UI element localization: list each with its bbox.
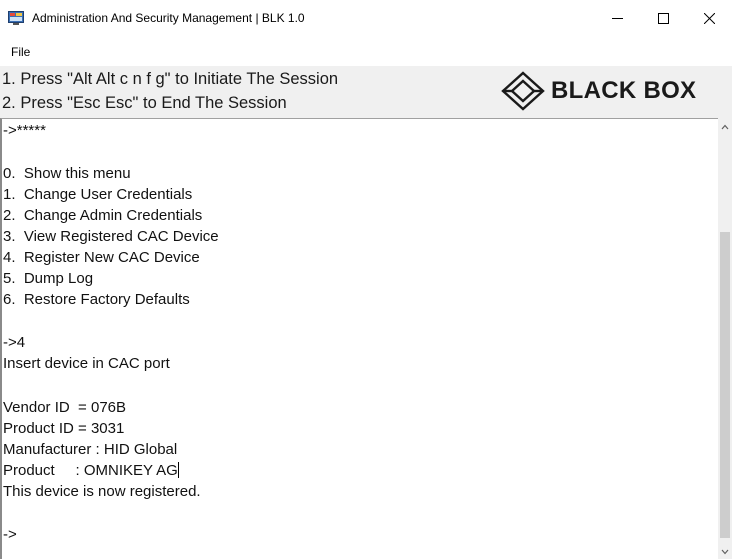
black-box-logo: BLACK BOX — [501, 68, 696, 114]
console-line: Manufacturer : HID Global — [3, 441, 178, 458]
instruction-end: 2. Press "Esc Esc" to End The Session — [2, 94, 287, 112]
console-line: 5. Dump Log — [3, 270, 94, 287]
title-bar[interactable]: Administration And Security Management |… — [0, 0, 732, 38]
close-icon — [703, 12, 715, 24]
console-line: ->4 — [3, 334, 26, 351]
instruction-header: 1. Press "Alt Alt c n f g" to Initiate T… — [0, 66, 732, 118]
scroll-thumb[interactable] — [720, 232, 730, 538]
minimize-icon — [611, 17, 623, 19]
console-output[interactable]: ->***** 0. Show this menu 1. Change User… — [0, 118, 718, 559]
console-line: Insert device in CAC port — [3, 355, 170, 372]
console-line: ->***** — [3, 122, 46, 139]
scroll-up-button[interactable] — [718, 120, 732, 134]
black-box-diamond-logo-icon — [501, 71, 545, 111]
console-line: 3. View Registered CAC Device — [3, 228, 219, 245]
menu-file[interactable]: File — [9, 45, 32, 59]
maximize-button[interactable] — [640, 0, 686, 36]
console-line: Vendor ID = 076B — [3, 399, 127, 416]
console-line-text: Product : OMNIKEY AG — [3, 462, 178, 479]
console-line: 2. Change Admin Credentials — [3, 207, 203, 224]
console-line: Product : OMNIKEY AG — [3, 461, 179, 481]
text-caret — [177, 462, 179, 478]
instruction-initiate: 1. Press "Alt Alt c n f g" to Initiate T… — [2, 70, 339, 88]
scroll-down-button[interactable] — [718, 545, 732, 559]
menu-bar: File — [0, 42, 732, 64]
chevron-up-icon — [721, 124, 729, 130]
minimize-button[interactable] — [594, 0, 640, 36]
logo-text: BLACK BOX — [551, 77, 697, 104]
console-line: -> — [3, 526, 17, 543]
console-line: Product ID = 3031 — [3, 420, 125, 437]
console-line: 4. Register New CAC Device — [3, 249, 200, 266]
window-title: Administration And Security Management |… — [32, 11, 305, 25]
chevron-down-icon — [721, 549, 729, 555]
maximize-icon — [657, 12, 669, 24]
app-icon — [8, 11, 24, 25]
close-button[interactable] — [686, 0, 732, 36]
console-line: 0. Show this menu — [3, 165, 131, 182]
console-line: 6. Restore Factory Defaults — [3, 291, 190, 308]
vertical-scrollbar[interactable] — [718, 118, 732, 559]
console-line: 1. Change User Credentials — [3, 186, 193, 203]
console-line: This device is now registered. — [3, 483, 201, 500]
app-window: Administration And Security Management |… — [0, 0, 732, 559]
